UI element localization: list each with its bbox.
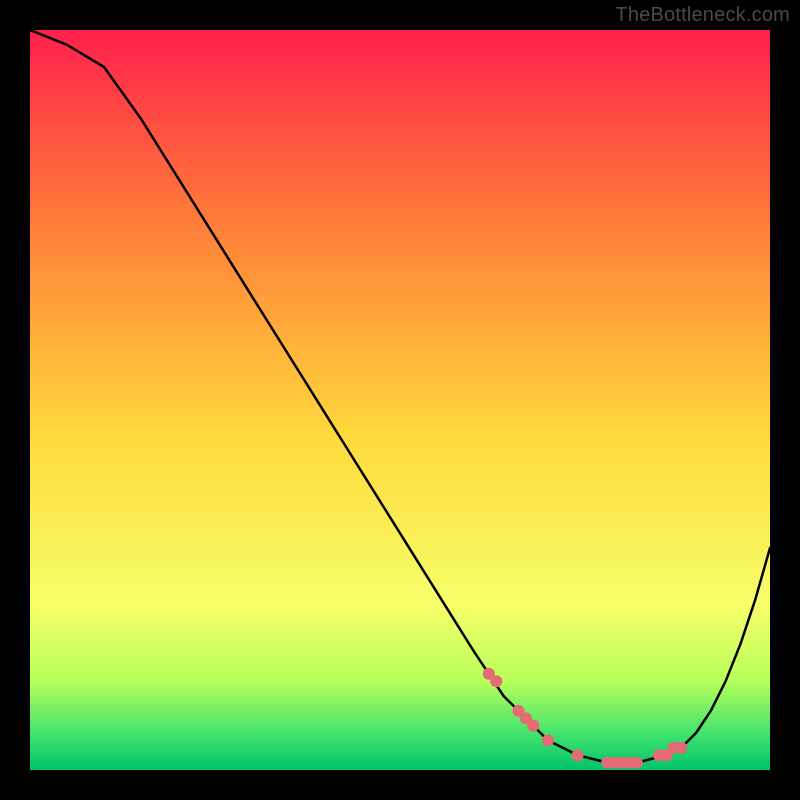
chart-frame: TheBottleneck.com [0,0,800,800]
data-marker [542,734,554,746]
chart-svg [30,30,770,770]
bottleneck-chart [30,30,770,770]
chart-background [30,30,770,770]
data-marker [490,675,502,687]
watermark-label: TheBottleneck.com [615,4,790,27]
data-marker [675,742,687,754]
data-marker [631,757,643,769]
data-marker [527,720,539,732]
data-marker [572,749,584,761]
